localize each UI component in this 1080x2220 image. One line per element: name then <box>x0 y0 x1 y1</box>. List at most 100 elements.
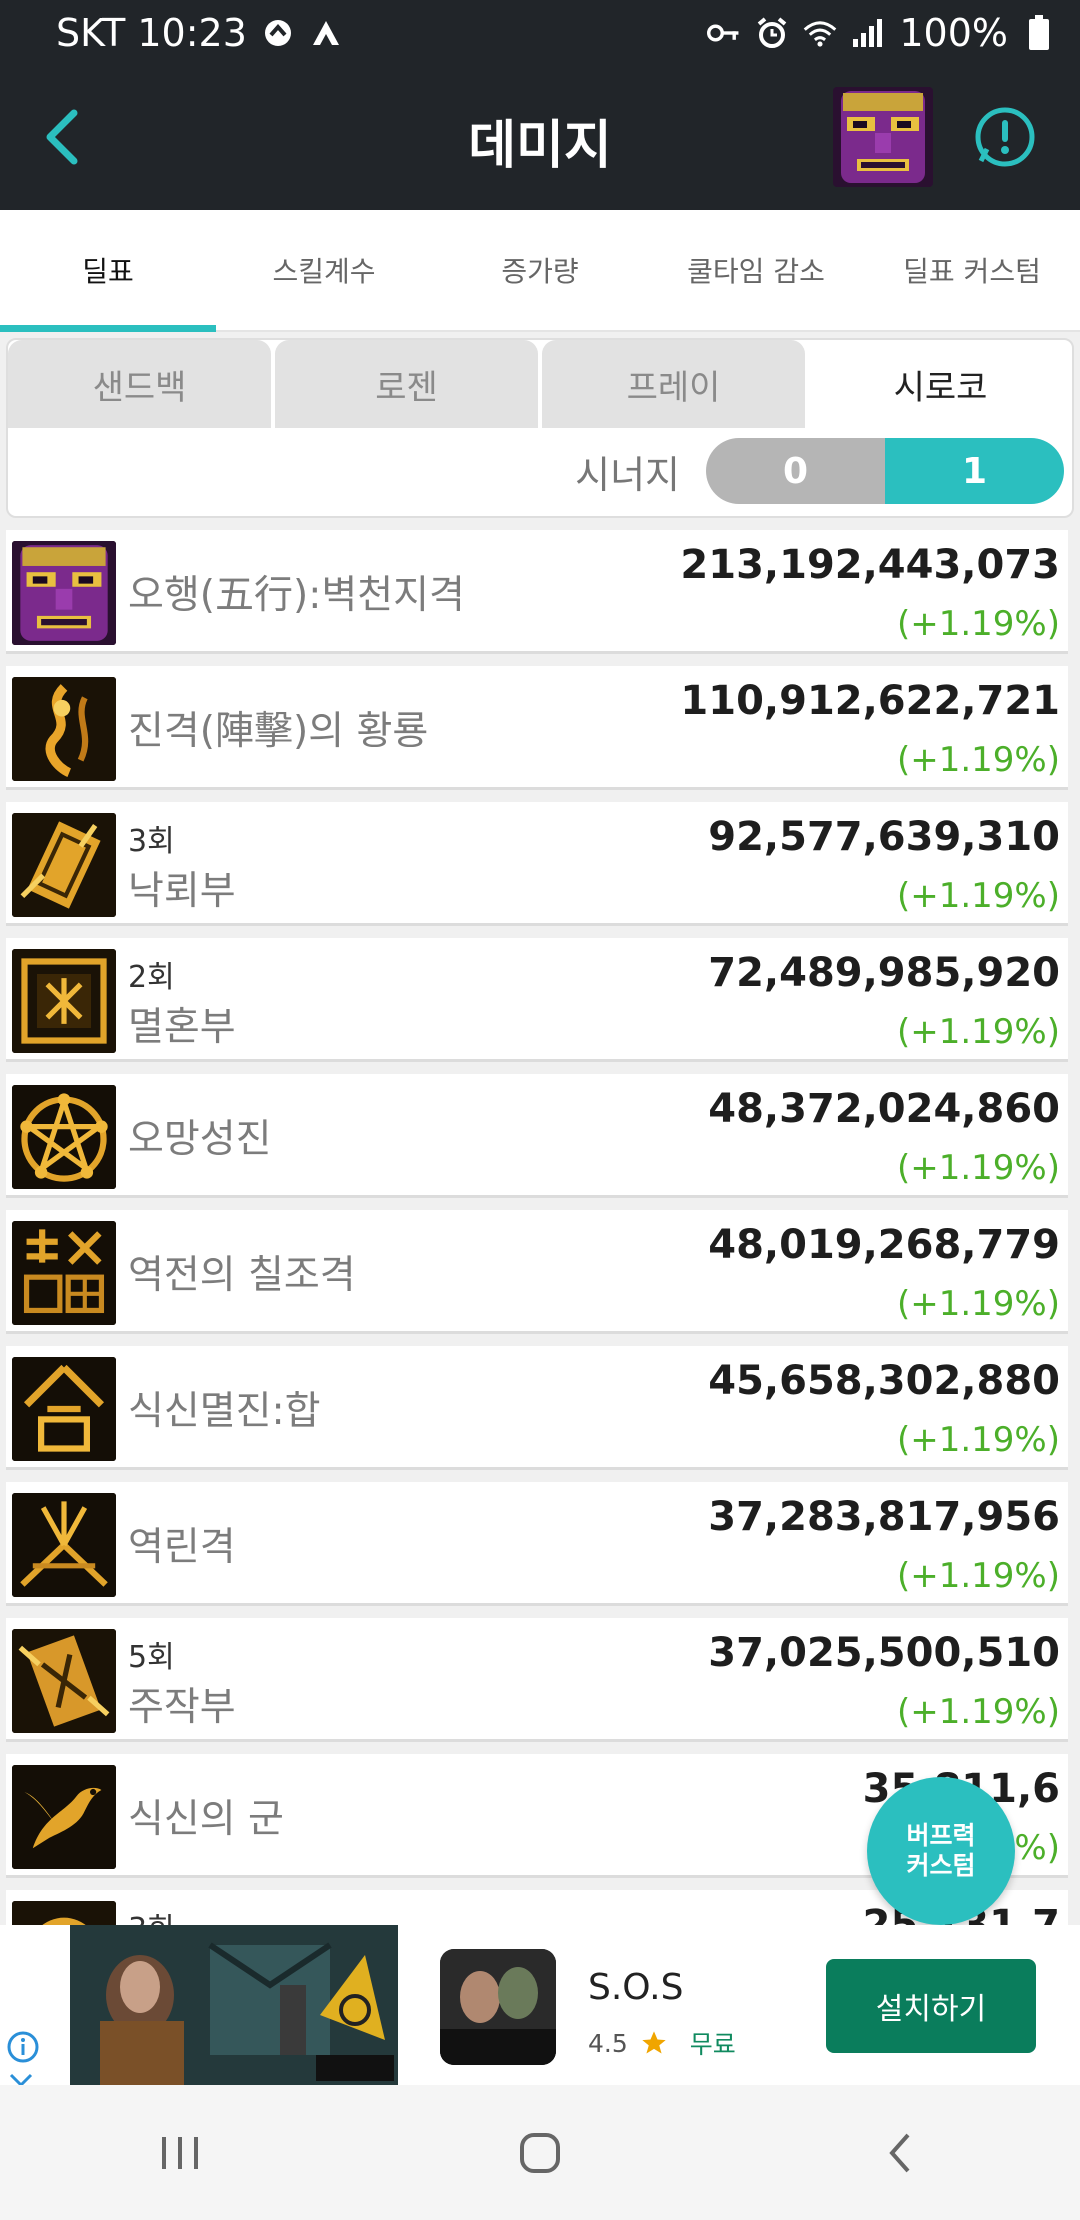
alarm-icon <box>755 16 789 50</box>
list-item[interactable]: 오망성진 48,372,024,860 (+1.19%) <box>6 1074 1068 1198</box>
synergy-toggle: 0 1 <box>706 438 1064 504</box>
back-nav-button[interactable] <box>850 2113 950 2193</box>
tab-damage-table[interactable]: 딜표 <box>0 210 216 332</box>
battery-percent: 100% <box>899 10 1008 55</box>
signal-icon <box>851 16 885 50</box>
skill-name: 주작부 <box>128 1685 236 1730</box>
skill-icon-talisman <box>12 813 116 917</box>
skill-percent: (+1.19%) <box>896 1284 1060 1324</box>
ad-rating-row: 4.5 무료 <box>588 2025 736 2061</box>
tab-sandbag[interactable]: 샌드백 <box>8 340 271 428</box>
skill-damage: 72,489,985,920 <box>708 950 1060 996</box>
ad-info-icon[interactable] <box>6 2030 40 2064</box>
skill-icon-pentagram <box>12 1085 116 1189</box>
synergy-option-0[interactable]: 0 <box>706 438 885 504</box>
skill-percent: (+1.19%) <box>896 1556 1060 1596</box>
skill-name: 식신의 군 <box>128 1797 284 1842</box>
sync-icon <box>261 16 295 50</box>
skill-icon-golden-dragon <box>12 677 116 781</box>
skill-percent: (+1.19%) <box>896 1420 1060 1460</box>
list-item[interactable]: 진격(陣擊)의 황룡 110,912,622,721 (+1.19%) <box>6 666 1068 790</box>
carrier-time: SKT 10:23 <box>56 10 247 55</box>
skill-count: 3회 <box>128 1904 175 1925</box>
fab-label-line2: 커스텀 <box>906 1851 976 1880</box>
back-arrow-icon <box>889 2133 910 2172</box>
fab-label-line1: 버프력 <box>906 1821 976 1850</box>
status-right: 100% <box>707 11 1056 55</box>
system-nav-bar <box>0 2085 1080 2220</box>
list-item[interactable]: 식신멸진:합 45,658,302,880 (+1.19%) <box>6 1346 1068 1470</box>
tab-cooldown-reduction[interactable]: 쿨타임 감소 <box>648 210 864 330</box>
alert-circle-icon <box>975 107 1035 167</box>
skill-percent: (+1.19%) <box>896 740 1060 780</box>
tab-siroco[interactable]: 시로코 <box>809 340 1072 428</box>
chevron-left-icon <box>46 109 78 165</box>
status-bar: SKT 10:23 100% <box>0 0 1080 65</box>
back-button[interactable] <box>30 105 94 169</box>
tab-rosen[interactable]: 로젠 <box>275 340 538 428</box>
synergy-control: 시너지 0 1 <box>575 438 1064 504</box>
skill-icon-seal <box>12 949 116 1053</box>
ad-price: 무료 <box>689 2030 736 2059</box>
list-item[interactable]: 2회 멸혼부 72,489,985,920 (+1.19%) <box>6 938 1068 1062</box>
app-screen: SKT 10:23 100% 데미지 딜표 스킬계수 증가량 쿨타임 감소 딜표… <box>0 0 1080 2220</box>
skill-name: 멸혼부 <box>128 1005 236 1050</box>
skill-name: 낙뢰부 <box>128 869 236 914</box>
home-icon <box>520 2132 560 2173</box>
skill-count: 2회 <box>128 960 175 995</box>
skill-percent: (+1.19%) <box>896 876 1060 916</box>
recent-apps-button[interactable] <box>130 2113 230 2193</box>
skill-icon-bird <box>12 1765 116 1869</box>
target-tabs: 샌드백 로젠 프레이 시로코 <box>8 340 1072 428</box>
skill-icon-reverse-scale <box>12 1493 116 1597</box>
buff-custom-fab[interactable]: 버프력 커스텀 <box>867 1777 1015 1925</box>
skill-icon-combine-glyph <box>12 1357 116 1461</box>
list-item[interactable]: 역린격 37,283,817,956 (+1.19%) <box>6 1482 1068 1606</box>
skill-damage: 37,025,500,510 <box>708 1630 1060 1676</box>
wifi-icon <box>803 16 837 50</box>
skill-count: 5회 <box>128 1640 175 1675</box>
tab-damage-table-custom[interactable]: 딜표 커스텀 <box>864 210 1080 330</box>
app-bar: 데미지 <box>0 65 1080 210</box>
vpn-key-icon <box>707 16 741 50</box>
skill-percent: %) <box>1014 1828 1060 1868</box>
skill-name: 오망성진 <box>128 1117 272 1162</box>
skill-icon-seven-strike <box>12 1221 116 1325</box>
home-button[interactable] <box>490 2113 590 2193</box>
ad-app-icon[interactable] <box>440 1949 556 2065</box>
tab-prey[interactable]: 프레이 <box>542 340 805 428</box>
skill-damage: 92,577,639,310 <box>708 814 1060 860</box>
ad-app-name[interactable]: S.O.S <box>588 1967 683 2008</box>
main-tabs: 딜표 스킬계수 증가량 쿨타임 감소 딜표 커스텀 <box>0 210 1080 332</box>
skill-damage: 213,192,443,073 <box>680 542 1060 588</box>
synergy-option-1[interactable]: 1 <box>885 438 1064 504</box>
ad-promo-image[interactable] <box>70 1925 398 2085</box>
ad-install-button[interactable]: 설치하기 <box>826 1959 1036 2053</box>
info-button[interactable] <box>973 105 1037 169</box>
list-item[interactable]: 5회 주작부 37,025,500,510 (+1.19%) <box>6 1618 1068 1742</box>
skill-percent: (+1.19%) <box>896 1692 1060 1732</box>
list-item[interactable]: 3회 낙뢰부 92,577,639,310 (+1.19%) <box>6 802 1068 926</box>
character-avatar[interactable] <box>833 87 933 187</box>
skill-icon-demon-mask <box>12 541 116 645</box>
status-left: SKT 10:23 <box>56 11 343 55</box>
ad-banner[interactable]: S.O.S 4.5 무료 설치하기 <box>0 1925 1080 2097</box>
list-item[interactable]: 오행(五行):벽천지격 213,192,443,073 (+1.19%) <box>6 530 1068 654</box>
skill-damage: 110,912,622,721 <box>680 678 1060 724</box>
app-notification-icon <box>309 16 343 50</box>
list-item[interactable]: 역전의 칠조격 48,019,268,779 (+1.19%) <box>6 1210 1068 1334</box>
skill-damage: 37,283,817,956 <box>708 1494 1060 1540</box>
battery-icon <box>1022 14 1056 50</box>
tab-increase[interactable]: 증가량 <box>432 210 648 330</box>
tab-skill-coefficient[interactable]: 스킬계수 <box>216 210 432 330</box>
skill-name: 역린격 <box>128 1525 236 1570</box>
skill-damage: 45,658,302,880 <box>708 1358 1060 1404</box>
skill-icon-phoenix-talisman <box>12 1629 116 1733</box>
skill-name: 식신멸진:합 <box>128 1389 321 1434</box>
synergy-label: 시너지 <box>575 452 680 497</box>
target-panel: 샌드백 로젠 프레이 시로코 시너지 0 1 <box>6 338 1074 518</box>
skill-damage: 48,019,268,779 <box>708 1222 1060 1268</box>
skill-damage-list: 오행(五行):벽천지격 213,192,443,073 (+1.19%) 진격(… <box>6 530 1068 1925</box>
skill-percent: (+1.19%) <box>896 1012 1060 1052</box>
skill-damage: 48,372,024,860 <box>708 1086 1060 1132</box>
